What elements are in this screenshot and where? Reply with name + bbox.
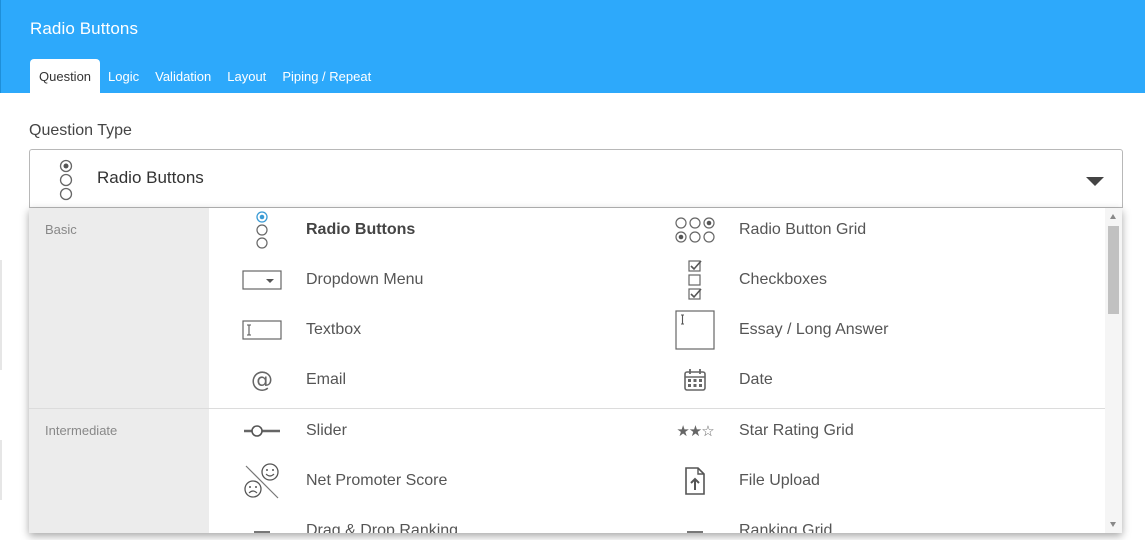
category-column xyxy=(29,208,209,533)
option-label: Drag & Drop Ranking xyxy=(306,522,459,533)
slider-icon xyxy=(240,411,284,451)
calendar-icon xyxy=(673,360,717,400)
option-date[interactable]: Date xyxy=(673,360,773,400)
chevron-down-icon[interactable] xyxy=(1086,177,1104,186)
option-label: Slider xyxy=(306,422,347,439)
nps-faces-icon xyxy=(240,461,284,501)
scrollbar-thumb[interactable] xyxy=(1108,226,1119,314)
category-intermediate: Intermediate xyxy=(45,423,118,438)
background-edge xyxy=(0,440,2,500)
ranking-icon xyxy=(240,511,284,533)
scroll-up-icon[interactable] xyxy=(1110,214,1116,219)
option-label: Date xyxy=(739,371,773,388)
radio-buttons-icon xyxy=(59,159,73,201)
option-label: Essay / Long Answer xyxy=(739,321,889,338)
option-radio-button-grid[interactable]: Radio Button Grid xyxy=(673,210,866,250)
tab-layout[interactable]: Layout xyxy=(219,59,274,93)
option-star-rating-grid[interactable]: ★★☆ Star Rating Grid xyxy=(673,411,854,451)
at-sign-icon: @ xyxy=(251,367,273,393)
scroll-down-icon[interactable] xyxy=(1110,522,1116,527)
essay-icon xyxy=(673,310,717,350)
option-label: Radio Buttons xyxy=(306,221,416,238)
dropdown-scrollbar[interactable] xyxy=(1105,208,1122,533)
background-edge xyxy=(0,260,2,370)
star-rating-icon: ★★☆ xyxy=(676,422,714,440)
radio-grid-icon xyxy=(673,210,717,250)
option-textbox[interactable]: Textbox xyxy=(240,310,361,350)
tab-bar: Question Logic Validation Layout Piping … xyxy=(30,59,379,93)
radio-buttons-icon xyxy=(240,210,284,250)
option-label: File Upload xyxy=(739,472,820,489)
option-label: Checkboxes xyxy=(739,271,828,288)
option-slider[interactable]: Slider xyxy=(240,411,347,451)
header-bar: Radio Buttons Question Logic Validation … xyxy=(0,0,1145,93)
page-title: Radio Buttons xyxy=(30,19,139,38)
file-upload-icon xyxy=(673,461,717,501)
option-email[interactable]: @ Email xyxy=(240,360,346,400)
option-label: Ranking Grid xyxy=(739,522,833,533)
option-label: Net Promoter Score xyxy=(306,472,448,489)
ranking-grid-icon xyxy=(673,511,717,533)
option-checkboxes[interactable]: Checkboxes xyxy=(673,260,827,300)
question-type-dropdown: Basic Intermediate Radio Buttons Dropdow… xyxy=(29,208,1122,533)
question-type-select[interactable]: Radio Buttons xyxy=(29,149,1123,208)
option-file-upload[interactable]: File Upload xyxy=(673,461,820,501)
question-type-label: Question Type xyxy=(29,122,132,139)
selected-question-type: Radio Buttons xyxy=(97,168,204,187)
tab-piping-repeat[interactable]: Piping / Repeat xyxy=(274,59,379,93)
option-label: Textbox xyxy=(306,321,362,338)
tab-logic[interactable]: Logic xyxy=(100,59,147,93)
tab-question[interactable]: Question xyxy=(30,59,101,93)
category-divider xyxy=(29,408,1105,409)
option-label: Radio Button Grid xyxy=(739,221,867,238)
textbox-icon xyxy=(240,310,284,350)
option-label: Dropdown Menu xyxy=(306,271,424,288)
option-net-promoter-score[interactable]: Net Promoter Score xyxy=(240,461,447,501)
option-drag-drop-ranking[interactable]: Drag & Drop Ranking xyxy=(240,511,458,533)
option-dropdown-menu[interactable]: Dropdown Menu xyxy=(240,260,423,300)
category-basic: Basic xyxy=(45,222,77,237)
checkboxes-icon xyxy=(673,260,717,300)
dropdown-menu-icon xyxy=(240,260,284,300)
option-radio-buttons[interactable]: Radio Buttons xyxy=(240,210,415,250)
option-essay-long-answer[interactable]: Essay / Long Answer xyxy=(673,310,888,350)
tab-validation[interactable]: Validation xyxy=(147,59,219,93)
option-label: Star Rating Grid xyxy=(739,422,854,439)
option-label: Email xyxy=(306,371,347,388)
option-ranking-grid[interactable]: Ranking Grid xyxy=(673,511,832,533)
